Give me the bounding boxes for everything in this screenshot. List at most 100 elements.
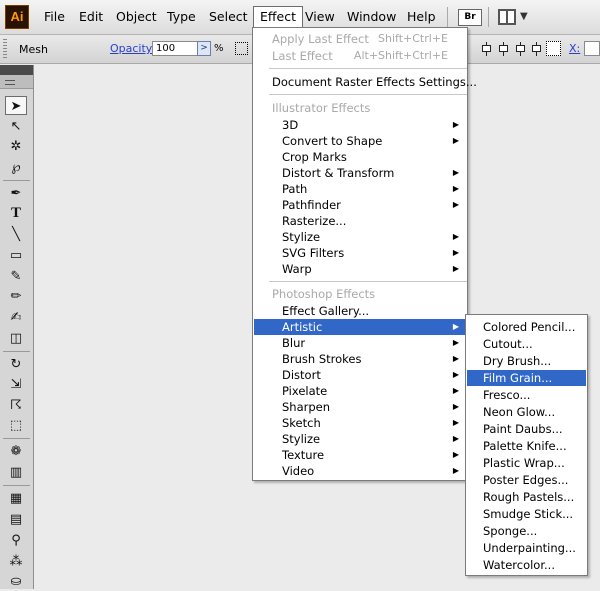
effect-pathfinder-item[interactable]: Pathfinder ▶ bbox=[254, 197, 466, 213]
menu-window[interactable]: Window bbox=[341, 6, 402, 28]
effect-video-item[interactable]: Video ▶ bbox=[254, 463, 466, 479]
pen-tool-icon[interactable]: ✒ bbox=[5, 184, 27, 203]
effect-convert-to-shape-item[interactable]: Convert to Shape ▶ bbox=[254, 133, 466, 149]
x-coordinate-link[interactable]: X: bbox=[569, 42, 580, 55]
menu-item-label: Plastic Wrap... bbox=[483, 456, 565, 470]
effect-rasterize-item[interactable]: Rasterize... bbox=[254, 213, 466, 229]
selection-tool-icon[interactable]: ➤ bbox=[5, 96, 27, 115]
column-graph-tool-icon[interactable]: ▥ bbox=[5, 463, 27, 482]
menu-item-label: Crop Marks bbox=[282, 150, 347, 164]
opacity-arrow-button[interactable]: > bbox=[197, 41, 211, 56]
effect-artistic-item[interactable]: Artistic ▶ bbox=[254, 319, 466, 335]
magic-wand-tool-icon[interactable]: ✲ bbox=[5, 137, 27, 156]
effect-svg-filters-item[interactable]: SVG Filters ▶ bbox=[254, 245, 466, 261]
submenu-arrow-icon: ▶ bbox=[452, 466, 459, 475]
submenu-arrow-icon: ▶ bbox=[452, 386, 459, 395]
align-center-icon[interactable] bbox=[497, 42, 510, 56]
artistic-cutout-item[interactable]: Cutout... bbox=[467, 336, 586, 352]
effect-stylize-illustrator-item[interactable]: Stylize ▶ bbox=[254, 229, 466, 245]
menu-item-label: Pathfinder bbox=[282, 198, 341, 212]
photoshop-effects-header: Photoshop Effects bbox=[254, 286, 466, 302]
artistic-film-grain-item[interactable]: Film Grain... bbox=[467, 370, 586, 386]
effect-distort-transform-item[interactable]: Distort & Transform ▶ bbox=[254, 165, 466, 181]
menu-item-label: Underpainting... bbox=[483, 541, 576, 555]
direct-selection-tool-icon[interactable]: ↖ bbox=[5, 117, 27, 136]
effect-blur-item[interactable]: Blur ▶ bbox=[254, 335, 466, 351]
rectangle-tool-icon[interactable]: ▭ bbox=[5, 246, 27, 265]
warp-tool-icon[interactable]: ☈ bbox=[5, 396, 27, 415]
x-coordinate-input[interactable] bbox=[584, 41, 600, 56]
menu-object[interactable]: Object bbox=[110, 6, 163, 28]
menu-type[interactable]: Type bbox=[161, 6, 202, 28]
tool-separator bbox=[3, 485, 30, 486]
apply-last-effect-item[interactable]: Apply Last Effect Shift+Ctrl+E bbox=[254, 31, 466, 47]
tools-panel-header[interactable] bbox=[0, 65, 33, 75]
graphic-style-icon[interactable] bbox=[235, 42, 248, 55]
rotate-tool-icon[interactable]: ↻ bbox=[5, 355, 27, 374]
artistic-fresco-item[interactable]: Fresco... bbox=[467, 387, 586, 403]
scale-tool-icon[interactable]: ⇲ bbox=[5, 375, 27, 394]
menu-item-label: Convert to Shape bbox=[282, 134, 383, 148]
panel-grip-icon[interactable] bbox=[3, 39, 7, 59]
effect-pixelate-item[interactable]: Pixelate ▶ bbox=[254, 383, 466, 399]
tools-panel-collapse-bar[interactable] bbox=[0, 75, 33, 89]
eyedropper-tool-icon[interactable]: ⚲ bbox=[5, 531, 27, 550]
reference-point-icon[interactable] bbox=[546, 41, 561, 56]
artistic-dry-brush-item[interactable]: Dry Brush... bbox=[467, 353, 586, 369]
blend-tool-icon[interactable]: ⁂ bbox=[5, 552, 27, 571]
document-raster-effects-settings-item[interactable]: Document Raster Effects Settings... bbox=[254, 74, 477, 90]
arrange-documents-icon[interactable] bbox=[498, 9, 516, 25]
gradient-tool-icon[interactable]: ▤ bbox=[5, 510, 27, 529]
live-paint-bucket-tool-icon[interactable]: ⛀ bbox=[5, 572, 27, 591]
align-right-icon[interactable] bbox=[514, 42, 527, 56]
menu-item-label: Rasterize... bbox=[282, 214, 347, 228]
align-left-icon[interactable] bbox=[480, 42, 493, 56]
artistic-paint-daubs-item[interactable]: Paint Daubs... bbox=[467, 421, 586, 437]
artistic-rough-pastels-item[interactable]: Rough Pastels... bbox=[467, 489, 586, 505]
effect-crop-marks-item[interactable]: Crop Marks bbox=[254, 149, 466, 165]
effect-stylize-photoshop-item[interactable]: Stylize ▶ bbox=[254, 431, 466, 447]
effect-brush-strokes-item[interactable]: Brush Strokes ▶ bbox=[254, 351, 466, 367]
blob-brush-tool-icon[interactable]: ✍ bbox=[5, 308, 27, 327]
effect-sketch-item[interactable]: Sketch ▶ bbox=[254, 415, 466, 431]
effect-texture-item[interactable]: Texture ▶ bbox=[254, 447, 466, 463]
menu-view[interactable]: View bbox=[299, 6, 341, 28]
selection-type-label: Mesh bbox=[19, 43, 48, 56]
paintbrush-tool-icon[interactable]: ✎ bbox=[5, 267, 27, 286]
line-tool-icon[interactable]: ╲ bbox=[5, 225, 27, 244]
eraser-tool-icon[interactable]: ◫ bbox=[5, 329, 27, 348]
opacity-input[interactable]: 100 bbox=[152, 41, 198, 56]
artistic-sponge-item[interactable]: Sponge... bbox=[467, 523, 586, 539]
symbol-sprayer-tool-icon[interactable]: ❁ bbox=[5, 442, 27, 461]
effect-path-item[interactable]: Path ▶ bbox=[254, 181, 466, 197]
menu-help[interactable]: Help bbox=[401, 6, 442, 28]
free-transform-tool-icon[interactable]: ⬚ bbox=[5, 416, 27, 435]
mesh-tool-icon[interactable]: ▦ bbox=[5, 489, 27, 508]
effect-distort-item[interactable]: Distort ▶ bbox=[254, 367, 466, 383]
lasso-tool-icon[interactable]: ℘ bbox=[5, 158, 27, 177]
menu-file[interactable]: File bbox=[38, 6, 71, 28]
align-top-icon[interactable] bbox=[530, 42, 543, 56]
artistic-underpainting-item[interactable]: Underpainting... bbox=[467, 540, 586, 556]
artistic-plastic-wrap-item[interactable]: Plastic Wrap... bbox=[467, 455, 586, 471]
type-tool-icon[interactable]: T bbox=[5, 204, 27, 223]
effect-gallery-item[interactable]: Effect Gallery... bbox=[254, 303, 466, 319]
artistic-palette-knife-item[interactable]: Palette Knife... bbox=[467, 438, 586, 454]
effect-warp-item[interactable]: Warp ▶ bbox=[254, 261, 466, 277]
pencil-tool-icon[interactable]: ✏ bbox=[5, 287, 27, 306]
artistic-poster-edges-item[interactable]: Poster Edges... bbox=[467, 472, 586, 488]
bridge-button[interactable]: Br bbox=[458, 9, 482, 26]
menu-edit[interactable]: Edit bbox=[73, 6, 109, 28]
effect-sharpen-item[interactable]: Sharpen ▶ bbox=[254, 399, 466, 415]
artistic-neon-glow-item[interactable]: Neon Glow... bbox=[467, 404, 586, 420]
menu-effect[interactable]: Effect bbox=[253, 6, 303, 28]
artistic-colored-pencil-item[interactable]: Colored Pencil... bbox=[467, 319, 586, 335]
effect-3d-item[interactable]: 3D ▶ bbox=[254, 117, 466, 133]
artistic-smudge-stick-item[interactable]: Smudge Stick... bbox=[467, 506, 586, 522]
opacity-link[interactable]: Opacity: bbox=[110, 42, 155, 55]
menu-item-label: Video bbox=[282, 464, 315, 478]
menu-select[interactable]: Select bbox=[203, 6, 254, 28]
artistic-watercolor-item[interactable]: Watercolor... bbox=[467, 557, 586, 573]
last-effect-item[interactable]: Last Effect Alt+Shift+Ctrl+E bbox=[254, 48, 466, 64]
chevron-down-icon[interactable]: ▼ bbox=[520, 11, 528, 22]
